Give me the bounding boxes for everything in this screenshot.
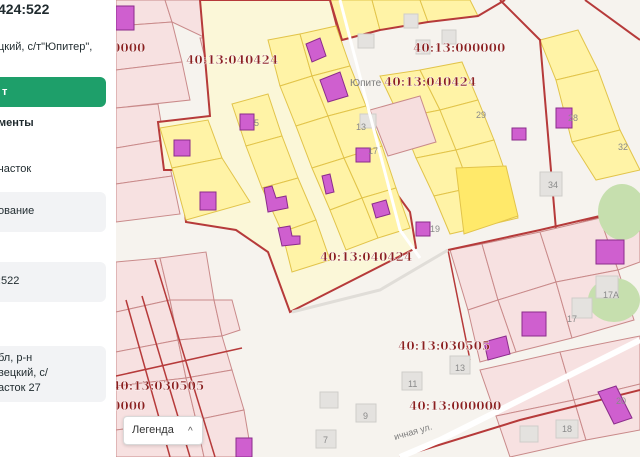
info-card-number: :522: [0, 262, 106, 302]
legend-button[interactable]: Легенда ^: [123, 416, 203, 445]
address-line: цкий, с/т"Юпитер",: [0, 41, 93, 53]
house-number: 18: [562, 424, 572, 434]
quarter-label: 40:13:040424: [384, 75, 476, 89]
map-canvas[interactable]: 40:13:040424 40:13:000000 40:13:040424 4…: [116, 0, 640, 457]
house-number: 5: [254, 118, 259, 128]
info-panel: 424:522 цкий, с/т"Юпитер", т менты часто…: [0, 0, 117, 457]
house-number: 13: [356, 122, 366, 132]
cadastral-number: 424:522: [0, 1, 50, 17]
house-number: 17А: [603, 290, 619, 300]
info-card-usage: ование: [0, 192, 106, 232]
quarter-label: 40:13:000000: [413, 41, 505, 55]
address-line-2: вецкий, с/: [0, 367, 48, 379]
house-number: 11: [408, 379, 417, 389]
action-button-label: т: [2, 86, 8, 98]
quarter-label: 0000: [116, 399, 145, 413]
house-number: 17: [368, 146, 378, 156]
legend-label: Легенда: [132, 424, 174, 436]
house-number: 13: [455, 363, 465, 373]
info-item-parcel: часток: [0, 163, 32, 175]
house-number: 7: [323, 435, 328, 445]
address-line-3: асток 27: [0, 382, 41, 394]
info-card-number-text: :522: [0, 275, 20, 287]
quarter-label: 40:13:030505: [116, 379, 204, 393]
documents-title: менты: [0, 117, 34, 129]
house-number: 32: [618, 142, 628, 152]
quarter-label: 0000: [116, 41, 145, 55]
info-card-usage-text: ование: [0, 205, 35, 217]
cadastral-map[interactable]: 40:13:040424 40:13:000000 40:13:040424 4…: [116, 0, 640, 457]
street-label: Юпите: [350, 78, 382, 89]
chevron-up-icon: ^: [188, 426, 193, 437]
address-line-1: бл, р-н: [0, 352, 33, 364]
house-number: 29: [476, 110, 486, 120]
house-number: 17: [567, 314, 577, 324]
quarter-label: 40:13:030505: [398, 339, 490, 353]
quarter-label: 40:13:040424: [320, 250, 412, 264]
quarter-label: 40:13:040424: [186, 53, 278, 67]
house-number: 28: [568, 113, 578, 123]
quarter-label: 40:13:000000: [409, 399, 501, 413]
house-number: 34: [548, 180, 558, 190]
house-number: 9: [363, 411, 368, 421]
action-button[interactable]: т: [0, 77, 106, 107]
info-card-address: бл, р-н вецкий, с/ асток 27: [0, 346, 106, 402]
house-number: 19: [430, 224, 440, 234]
house-number: 20: [616, 396, 626, 406]
